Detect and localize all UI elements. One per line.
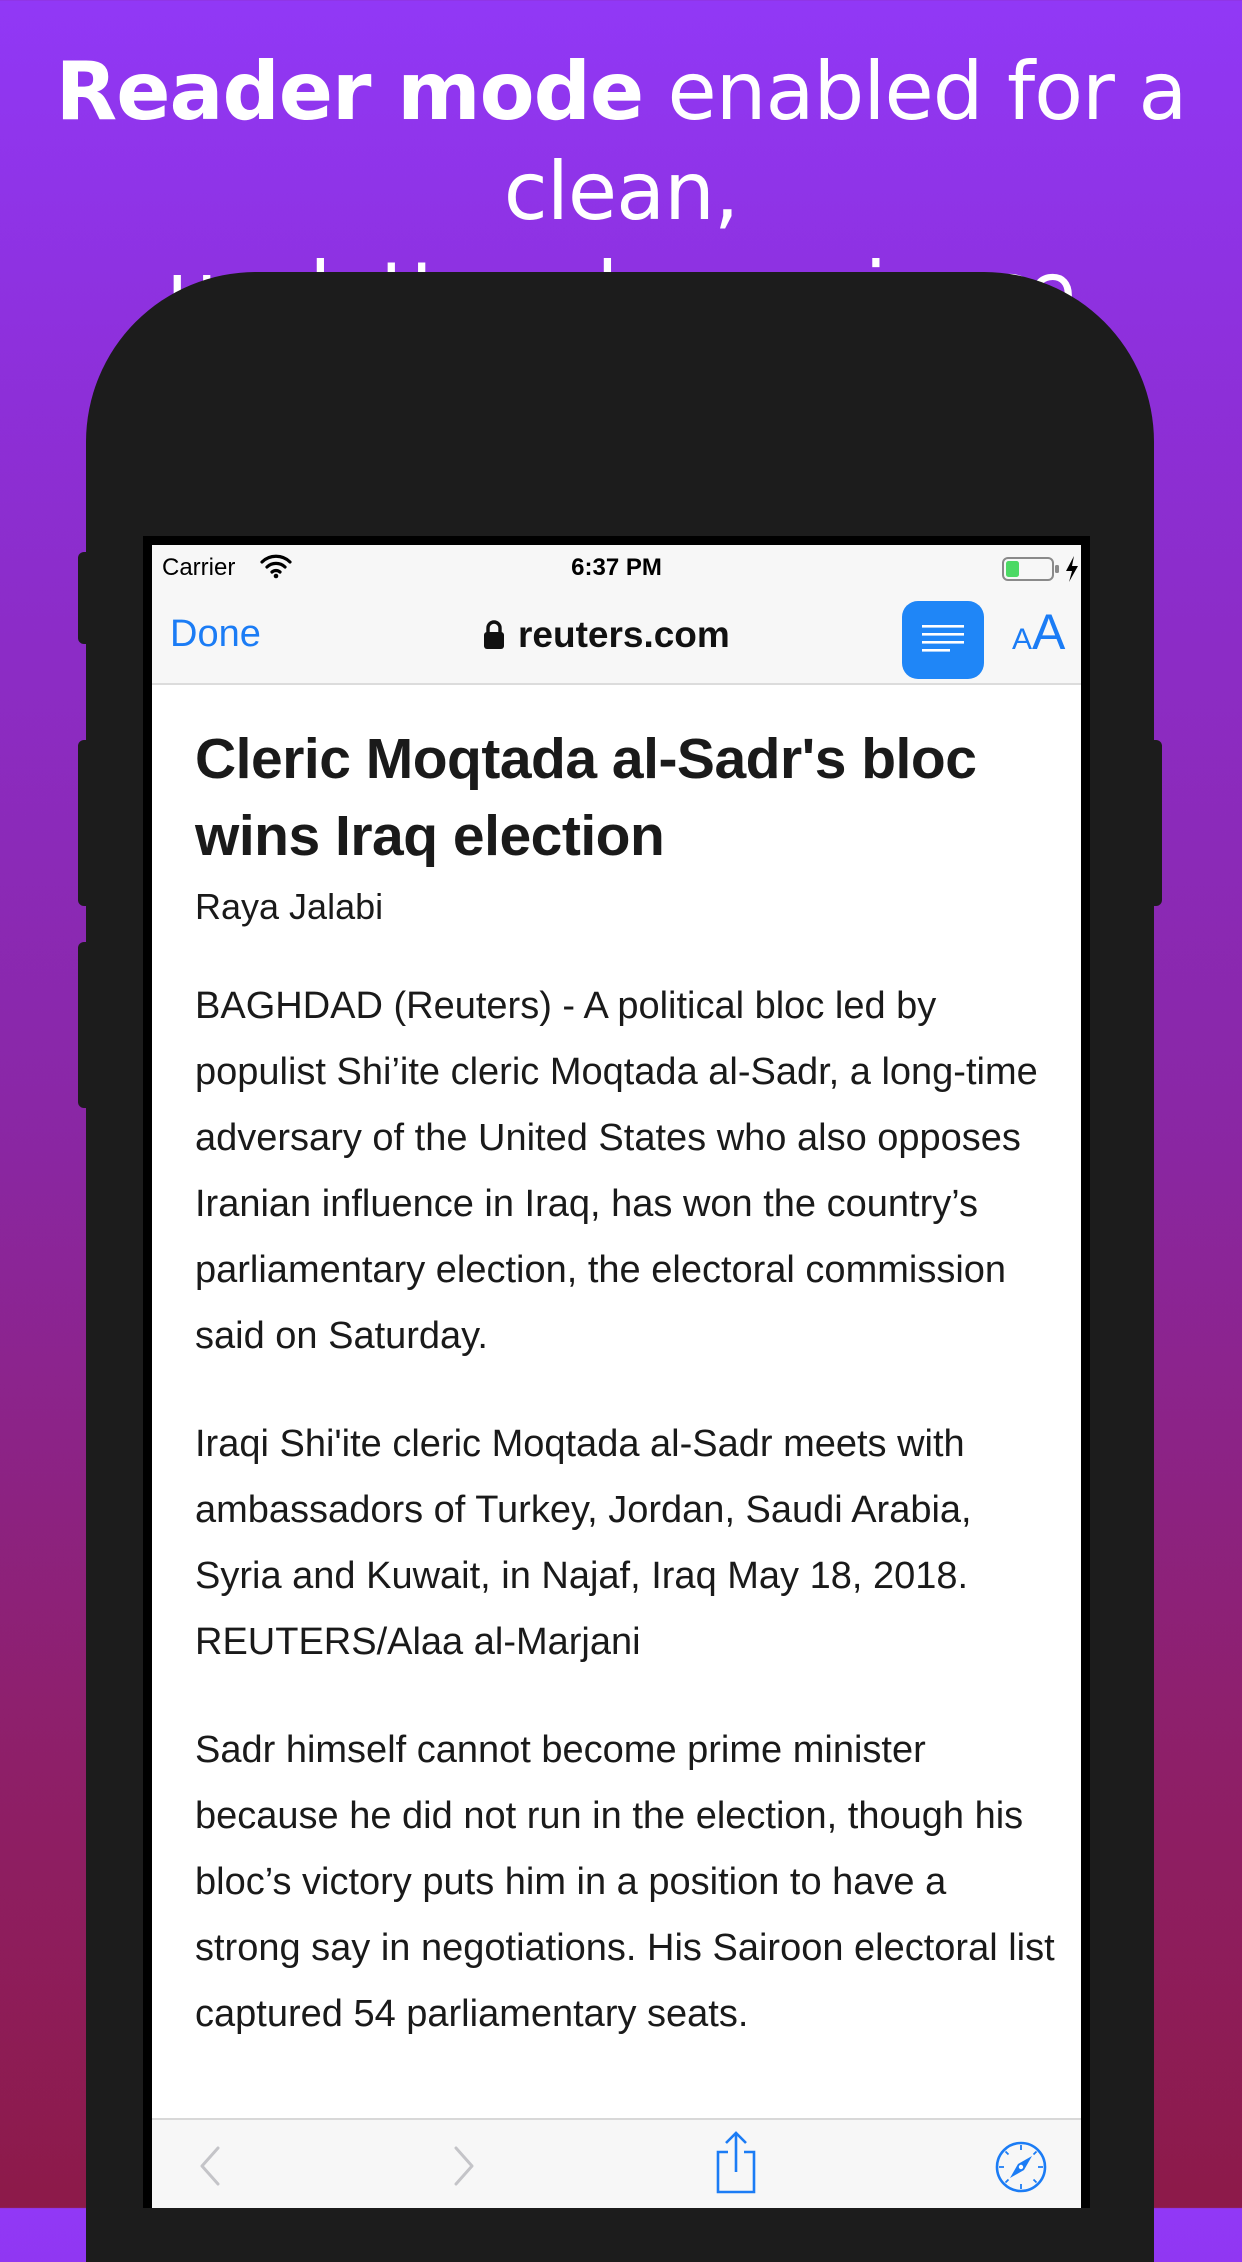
status-time: 6:37 PM bbox=[571, 554, 662, 581]
reader-lines-icon bbox=[922, 625, 964, 652]
reader-article: Cleric Moqtada al-Sadr's bloc wins Iraq … bbox=[195, 721, 1055, 2047]
charging-bolt-icon bbox=[1066, 556, 1078, 582]
battery-icon bbox=[1002, 557, 1059, 581]
article-paragraph-1: BAGHDAD (Reuters) - A political bloc led… bbox=[195, 985, 1038, 1357]
url-display[interactable]: reuters.com bbox=[482, 613, 730, 657]
reader-mode-button[interactable] bbox=[902, 601, 984, 679]
text-size-small-glyph: A bbox=[1012, 623, 1033, 656]
back-icon[interactable] bbox=[198, 2146, 222, 2186]
status-bar: Carrier 6:37 PM bbox=[152, 545, 1081, 591]
article-paragraph-2: Iraqi Shi'ite cleric Moqtada al-Sadr mee… bbox=[195, 1423, 972, 1663]
author-gap bbox=[195, 929, 1055, 973]
headline-line-1: Reader mode enabled for a clean, bbox=[0, 42, 1242, 242]
article-author: Raya Jalabi bbox=[195, 886, 384, 927]
compass-icon[interactable] bbox=[994, 2140, 1048, 2194]
article-title: Cleric Moqtada al-Sadr's bloc wins Iraq … bbox=[195, 727, 977, 868]
headline-bold-text: Reader mode bbox=[55, 45, 645, 138]
share-icon[interactable] bbox=[712, 2130, 760, 2196]
article-paragraph-3: Sadr himself cannot become prime ministe… bbox=[195, 1729, 1055, 2035]
lock-icon bbox=[484, 620, 504, 649]
bottom-toolbar bbox=[152, 2118, 1081, 2208]
safari-reader-view: Carrier 6:37 PM Done reuters.com AA Cler… bbox=[152, 545, 1081, 2208]
forward-icon[interactable] bbox=[452, 2146, 476, 2186]
text-size-button[interactable]: AA bbox=[1012, 603, 1065, 661]
browser-nav-bar: Done reuters.com AA bbox=[152, 591, 1081, 685]
done-button[interactable]: Done bbox=[170, 613, 261, 656]
url-text: reuters.com bbox=[518, 614, 730, 655]
phone-screen: Carrier 6:37 PM Done reuters.com AA Cler… bbox=[143, 536, 1090, 2208]
text-size-large-glyph: A bbox=[1032, 604, 1066, 660]
